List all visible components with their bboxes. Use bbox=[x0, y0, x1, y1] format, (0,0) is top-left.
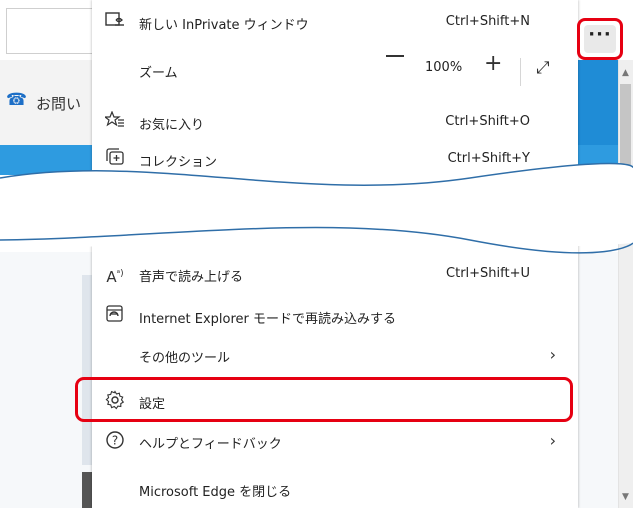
page-content-dark-band bbox=[82, 472, 92, 508]
menu-item-new-inprivate[interactable]: 新しい InPrivate ウィンドウ Ctrl+Shift+N bbox=[92, 3, 578, 41]
divider bbox=[520, 58, 521, 86]
phone-icon: ☎ bbox=[6, 90, 28, 110]
menu-item-label: Internet Explorer モードで再読み込みする bbox=[139, 312, 397, 327]
menu-item-favorites[interactable]: お気に入り Ctrl+Shift+O bbox=[92, 103, 578, 141]
page-content-band bbox=[82, 275, 92, 465]
menu-item-help[interactable]: ? ヘルプとフィードバック › bbox=[92, 422, 578, 460]
read-aloud-icon: Aᵃ) bbox=[106, 268, 124, 286]
inprivate-window-icon bbox=[103, 11, 127, 33]
menu-item-label: その他のツール bbox=[139, 351, 231, 366]
scroll-up-icon[interactable]: ▲ bbox=[622, 68, 629, 78]
ellipsis-icon: ··· bbox=[584, 25, 616, 53]
menu-item-read-aloud[interactable]: Aᵃ) 音声で読み上げる Ctrl+Shift+U bbox=[92, 255, 578, 293]
address-bar[interactable] bbox=[6, 8, 97, 54]
zoom-level: 100% bbox=[425, 60, 463, 75]
chevron-right-icon: › bbox=[549, 345, 556, 364]
chevron-right-icon: › bbox=[549, 431, 556, 450]
menu-item-zoom: ズーム bbox=[92, 51, 578, 89]
shortcut-label: Ctrl+Shift+U bbox=[446, 266, 530, 281]
menu-item-label: ヘルプとフィードバック bbox=[139, 437, 282, 452]
settings-highlight bbox=[75, 377, 573, 422]
help-icon: ? bbox=[103, 430, 127, 452]
page-break-separator bbox=[0, 162, 633, 254]
menu-item-label: お気に入り bbox=[139, 118, 205, 133]
favorites-star-icon bbox=[103, 110, 127, 133]
menu-item-label: 新しい InPrivate ウィンドウ bbox=[139, 18, 309, 33]
svg-text:?: ? bbox=[112, 434, 118, 448]
menu-item-more-tools[interactable]: その他のツール › bbox=[92, 336, 578, 374]
menu-item-label: 音声で読み上げる bbox=[139, 270, 244, 285]
menu-item-close-edge[interactable]: Microsoft Edge を閉じる bbox=[92, 470, 578, 508]
menu-item-ie-mode[interactable]: Internet Explorer モードで再読み込みする bbox=[92, 297, 578, 335]
menu-item-label: Microsoft Edge を閉じる bbox=[139, 485, 292, 500]
shortcut-label: Ctrl+Shift+O bbox=[445, 114, 530, 129]
settings-and-more-button[interactable]: ··· bbox=[577, 18, 623, 60]
fullscreen-icon[interactable]: ⤢ bbox=[536, 58, 550, 78]
zoom-out-button[interactable] bbox=[386, 55, 404, 57]
shortcut-label: Ctrl+Shift+N bbox=[445, 14, 530, 29]
zoom-in-button[interactable]: + bbox=[484, 53, 502, 75]
scroll-down-icon[interactable]: ▼ bbox=[622, 492, 629, 502]
contact-link[interactable]: お問い bbox=[36, 93, 81, 114]
menu-item-label: ズーム bbox=[139, 66, 178, 81]
ie-mode-icon bbox=[103, 305, 127, 327]
